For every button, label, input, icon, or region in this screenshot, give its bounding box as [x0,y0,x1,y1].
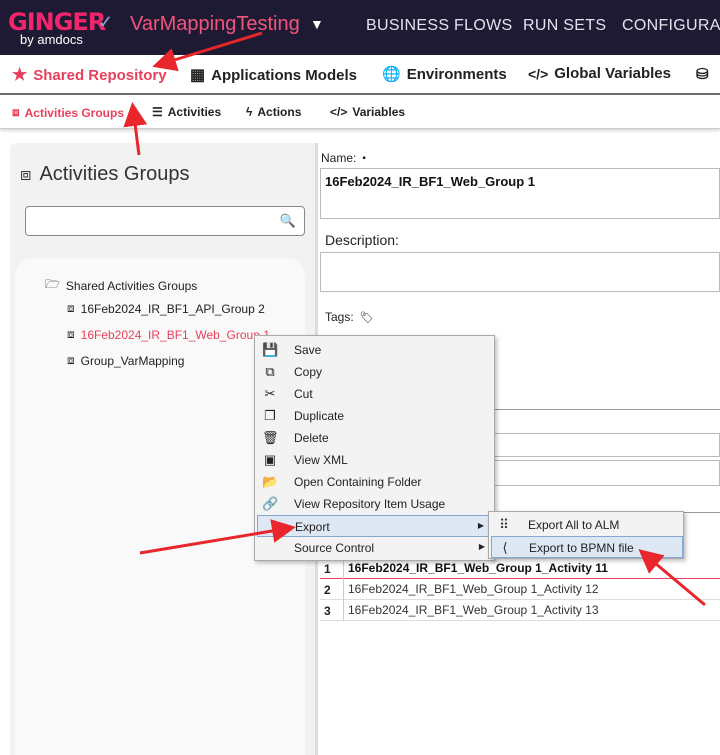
tag-icon: 🏷 [359,311,374,324]
activities-group-icon: ⧈ [67,301,75,315]
context-menu: 💾 Save ⧉ Copy ✂ Cut ❐ Duplicate 🗑 Delete… [254,335,495,561]
subtab-actions[interactable]: ϟ Actions [246,105,301,119]
tree-item[interactable]: ⧈ Group_VarMapping [67,353,184,368]
subtab-label: Activities Groups [24,105,124,120]
share-icon: ⟨ [502,540,508,555]
top-bar: GINGER ✓ by amdocs VarMappingTesting ▼ B… [0,0,720,55]
subtab-variables[interactable]: </> Variables [330,105,405,119]
menu-item-open-folder[interactable]: 📂 Open Containing Folder [257,471,493,493]
field-box[interactable] [494,460,720,486]
subtab-activities-groups[interactable]: ⧈ Activities Groups [12,105,124,120]
activities-grid: 1 16Feb2024_IR_BF1_Web_Group 1_Activity … [320,558,720,621]
menu-item-export-bpmn[interactable]: ⟨ Export to BPMN file [491,536,683,558]
field-box[interactable] [494,433,720,457]
xml-icon: ▣ [263,452,277,467]
menu-item-duplicate[interactable]: ❐ Duplicate [257,405,493,427]
menu-item-save[interactable]: 💾 Save [257,339,493,361]
tree-item-selected[interactable]: ⧈ 16Feb2024_IR_BF1_Web_Group 1 [67,327,270,342]
description-field[interactable] [320,252,720,292]
tab-label: Global Variables [554,65,671,82]
activities-group-icon: ⧈ [12,105,20,119]
globe-icon: 🌐 [382,66,401,83]
menu-item-view-usage[interactable]: 🔗 View Repository Item Usage [257,493,493,515]
nav-business-flows[interactable]: BUSINESS FLOWS [366,17,512,35]
activities-group-icon: ⧈ [20,164,32,184]
trash-icon: 🗑 [262,430,279,445]
menu-item-delete[interactable]: 🗑 Delete [257,427,493,449]
activities-group-icon: ⧈ [67,353,75,367]
menu-item-source-control[interactable]: Source Control ▶ [257,537,493,559]
table-row[interactable]: 2 16Feb2024_IR_BF1_Web_Group 1_Activity … [320,579,720,600]
name-label: Name: ▪ [321,151,366,165]
tree-item[interactable]: ⧈ 16Feb2024_IR_BF1_API_Group 2 [67,301,265,316]
list-icon: ☰ [152,105,163,119]
sub-tabs: ⧈ Activities Groups ☰ Activities ϟ Actio… [0,97,720,129]
code-icon: </> [528,65,549,82]
tab-label: Environments [406,65,507,83]
tab-shared-repository[interactable]: ★ Shared Repository [12,65,167,85]
subtab-label: Variables [352,105,406,119]
menu-item-export-alm[interactable]: ⠿ Export All to ALM [491,514,683,536]
divider [494,409,720,410]
export-submenu: ⠿ Export All to ALM ⟨ Export to BPMN fil… [488,511,684,559]
star-icon: ★ [12,65,28,84]
description-label: Description: [325,232,399,248]
nav-run-sets[interactable]: RUN SETS [523,17,606,35]
folder-open-icon: 🗁 [45,277,60,291]
subtab-label: Activities [167,105,222,119]
search-input[interactable]: 🔍 [25,206,305,236]
tab-label: Applications Models [211,66,357,84]
main-tabs: ★ Shared Repository ▦ Applications Model… [0,55,720,95]
link-icon: 🔗 [262,496,279,511]
activities-group-icon: ⧈ [67,327,75,341]
save-icon: 💾 [262,342,279,357]
table-row[interactable]: 1 16Feb2024_IR_BF1_Web_Group 1_Activity … [320,558,720,579]
solution-name[interactable]: VarMappingTesting [130,13,300,36]
subtab-activities[interactable]: ☰ Activities [152,105,221,119]
search-icon[interactable]: 🔍 [280,213,296,229]
tags-label: Tags: 🏷 [325,310,374,324]
logo-check-icon: ✓ [98,12,114,32]
table-row[interactable]: 3 16Feb2024_IR_BF1_Web_Group 1_Activity … [320,600,720,621]
folder-icon: 📂 [262,474,279,489]
scissors-icon: ✂ [264,386,276,401]
submenu-arrow-icon: ▶ [477,521,484,530]
menu-item-view-xml[interactable]: ▣ View XML [257,449,493,471]
grid-icon: ▦ [190,67,206,84]
tab-applications-models[interactable]: ▦ Applications Models [190,65,357,85]
menu-item-cut[interactable]: ✂ Cut [257,383,493,405]
name-field[interactable]: 16Feb2024_IR_BF1_Web_Group 1 [320,168,720,219]
menu-item-export[interactable]: Export ▶ [257,515,493,537]
database-icon[interactable]: ⛁ [696,65,709,83]
copy-icon: ⧉ [265,364,275,379]
panel-title: ⧈ Activities Groups [20,163,190,185]
chevron-down-icon[interactable]: ▼ [310,16,324,32]
logo-subtitle: by amdocs [20,32,83,47]
tab-global-variables[interactable]: </> Global Variables [528,65,671,82]
tree-root-folder[interactable]: 🗁 Shared Activities Groups [45,275,197,296]
bolt-icon: ϟ [246,105,253,119]
tab-label: Shared Repository [33,66,167,84]
badge-icon: ▪ [362,152,366,164]
tab-environments[interactable]: 🌐 Environments [382,65,507,84]
code-icon: </> [330,105,348,119]
duplicate-icon: ❐ [264,408,276,423]
submenu-arrow-icon: ▶ [478,542,485,551]
nav-configurations[interactable]: CONFIGURATI [622,17,720,35]
alm-icon: ⠿ [499,517,509,532]
subtab-label: Actions [257,105,302,119]
menu-item-copy[interactable]: ⧉ Copy [257,361,493,383]
